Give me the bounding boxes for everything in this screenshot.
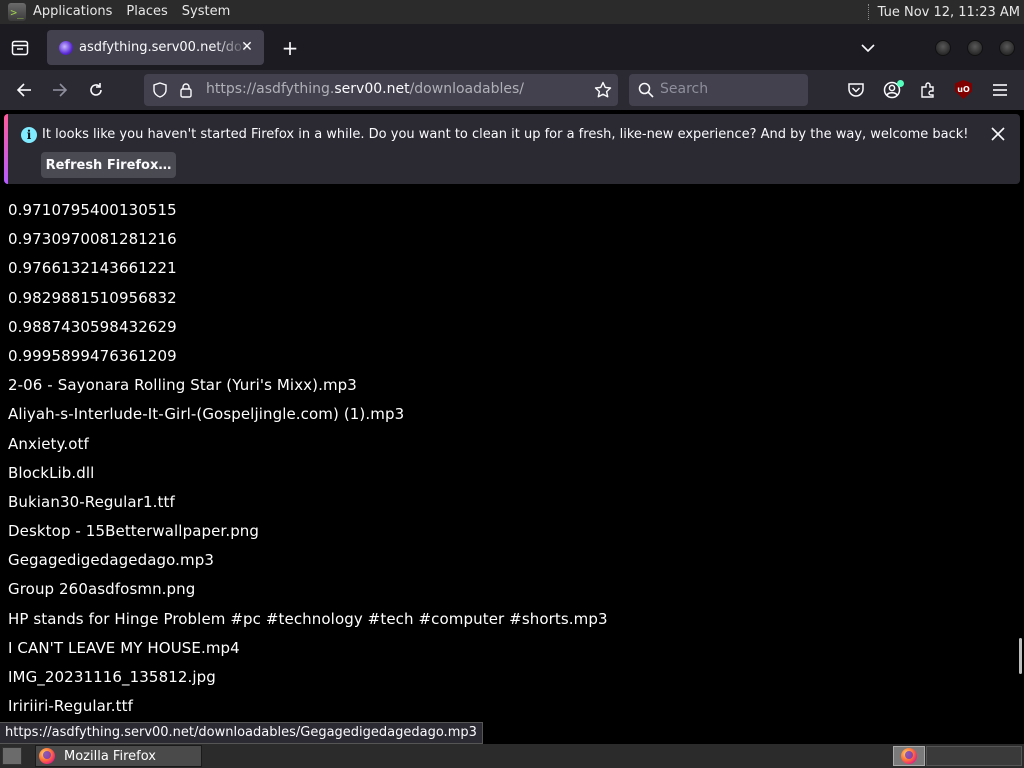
navigation-toolbar: https://asdfything.serv00.net/downloadab… [0,70,1024,110]
file-link[interactable]: 0.9829881510956832 [8,284,608,313]
maximize-window-button[interactable] [967,40,983,56]
list-all-tabs-chevron-icon[interactable] [858,36,878,60]
site-favicon-icon [59,40,73,55]
url-prefix: https://asdfything. [206,81,335,97]
search-bar[interactable]: Search [629,74,808,106]
forward-arrow-icon[interactable] [47,77,73,103]
places-menu[interactable]: Places [126,0,175,24]
tab-strip: asdfything.serv00.net/downloadables/ ✕ + [0,24,1024,70]
new-tab-icon[interactable]: + [278,36,302,60]
url-path: /downloadables/ [409,81,524,97]
file-link[interactable]: Bukian30-Regular1.ttf [8,488,608,517]
file-link[interactable]: Desktop - 15Betterwallpaper.png [8,517,608,546]
file-link[interactable]: Anxiety.otf [8,430,608,459]
show-desktop-icon[interactable] [2,747,22,765]
refresh-firefox-notification: i It looks like you haven't started Fire… [4,114,1020,184]
file-link[interactable]: 0.9730970081281216 [8,225,608,254]
file-link[interactable]: IMG_20231116_135812.jpg [8,663,608,692]
file-link[interactable]: 0.9887430598432629 [8,313,608,342]
pocket-icon[interactable] [845,79,867,101]
file-link[interactable]: BlockLib.dll [8,459,608,488]
clock[interactable]: Tue Nov 12, 11:23 AM [878,5,1020,20]
url-text[interactable]: https://asdfything.serv00.net/downloadab… [206,81,524,97]
applications-menu-icon[interactable]: >_ [8,3,26,21]
applications-menu[interactable]: Applications [33,0,120,24]
url-bar[interactable]: https://asdfything.serv00.net/downloadab… [144,74,618,106]
panel-separator [867,4,870,20]
info-icon: i [21,127,37,143]
taskbar-window-title: Mozilla Firefox [64,748,156,764]
file-link[interactable]: 2-06 - Sayonara Rolling Star (Yuri's Mix… [8,371,608,400]
firefox-logo-icon [39,748,55,764]
notification-close-icon[interactable] [988,124,1008,144]
page-content: 0.9710795400130515 0.9730970081281216 0.97… [0,188,1024,744]
url-domain: serv00.net [334,81,410,97]
tab-close-icon[interactable]: ✕ [238,38,256,56]
file-link[interactable]: 0.9710795400130515 [8,196,608,225]
notification-accent-bar [4,114,8,184]
file-link[interactable]: I CAN'T LEAVE MY HOUSE.mp4 [8,634,608,663]
workspace-firefox-icon [901,748,917,764]
minimize-window-button[interactable] [935,40,951,56]
search-icon [638,82,654,98]
file-link[interactable]: Aliyah-s-Interlude-It-Girl-(Gospeljingle… [8,400,608,429]
top-panel: >_ Applications Places System Tue Nov 12… [0,0,1024,24]
file-link[interactable]: HP stands for Hinge Problem #pc #technol… [8,605,608,634]
search-placeholder: Search [660,81,709,97]
tracking-protection-shield-icon[interactable] [152,82,168,98]
taskbar-window-button[interactable]: Mozilla Firefox [35,745,202,767]
workspace-switcher-active[interactable] [893,746,925,766]
refresh-firefox-button[interactable]: Refresh Firefox… [41,152,176,178]
extensions-puzzle-icon[interactable] [917,79,939,101]
file-link[interactable]: 0.9995899476361209 [8,342,608,371]
ublock-origin-icon[interactable]: uO [955,80,972,99]
account-notification-dot [897,80,904,87]
scrollbar-thumb[interactable] [1019,638,1022,674]
tab-title: asdfything.serv00.net/downloadables/ [79,40,247,55]
file-link[interactable]: Gegagedigedagedago.mp3 [8,546,608,575]
file-list: 0.9710795400130515 0.9730970081281216 0.97… [8,188,608,721]
status-link-preview: https://asdfything.serv00.net/downloadab… [0,722,483,744]
system-menu[interactable]: System [182,0,238,24]
reload-icon[interactable] [83,77,109,103]
lock-icon[interactable] [178,82,194,98]
file-link[interactable]: Group 260asdfosmn.png [8,575,608,604]
file-link[interactable]: 0.9766132143661221 [8,254,608,283]
bookmark-star-icon[interactable] [594,81,612,99]
notification-message: It looks like you haven't started Firefo… [42,127,969,142]
bottom-taskbar: Mozilla Firefox [0,744,1024,768]
back-arrow-icon[interactable] [11,77,37,103]
close-window-button[interactable] [999,40,1015,56]
tab-active[interactable]: asdfything.serv00.net/downloadables/ ✕ [47,30,264,65]
firefox-view-icon[interactable] [8,36,32,60]
file-link[interactable]: Iririiri-Regular.ttf [8,692,608,721]
hamburger-menu-icon[interactable] [989,79,1011,101]
workspace-switcher-inactive[interactable] [926,746,1022,766]
